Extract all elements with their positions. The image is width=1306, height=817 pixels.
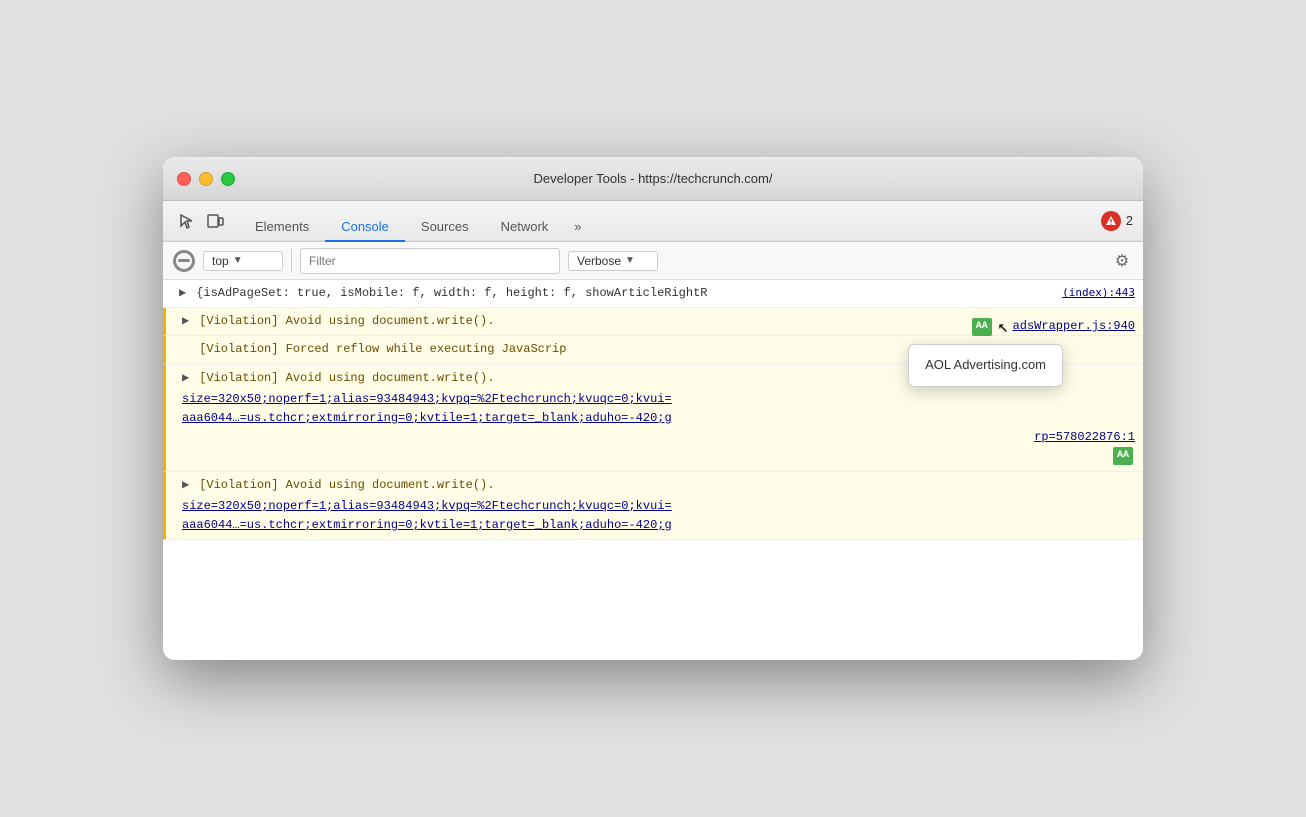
console-toolbar: top ▼ Verbose ▼ ⚙ <box>163 242 1143 280</box>
aa-tooltip: AOL Advertising.com <box>908 344 1063 387</box>
violation-text-2: [Violation] Avoid using document.write()… <box>199 371 494 385</box>
source-link[interactable]: (index):443 <box>1062 284 1135 302</box>
reflow-text: [Violation] Forced reflow while executin… <box>199 342 566 356</box>
clear-console-button[interactable] <box>173 250 195 272</box>
source-link[interactable]: adsWrapper.js:940 <box>1013 317 1135 336</box>
context-select[interactable]: top ▼ <box>203 251 283 271</box>
context-value: top <box>212 254 229 268</box>
verbose-value: Verbose <box>577 254 621 268</box>
expand-triangle[interactable]: ▶ <box>182 369 192 388</box>
traffic-lights <box>177 172 235 186</box>
settings-icon[interactable]: ⚙ <box>1111 250 1133 272</box>
close-button[interactable] <box>177 172 191 186</box>
inspect-icon[interactable] <box>173 207 201 235</box>
console-content: (index):443 ▶ {isAdPageSet: true, isMobi… <box>163 280 1143 660</box>
console-row-violation-3: ▶ [Violation] Avoid using document.write… <box>163 472 1143 541</box>
expand-triangle[interactable]: ▶ <box>182 476 192 495</box>
violation-text-3: [Violation] Avoid using document.write()… <box>199 478 494 492</box>
aa-badge-bottom: AA <box>1113 447 1133 465</box>
maximize-button[interactable] <box>221 172 235 186</box>
row-content: {isAdPageSet: true, isMobile: f, width: … <box>196 286 707 300</box>
sub-link-3[interactable]: rp=578022876:1 <box>1034 428 1135 447</box>
sub-link-1[interactable]: size=320x50;noperf=1;alias=93484943;kvpq… <box>182 390 1135 409</box>
error-count: 2 <box>1126 213 1133 228</box>
tooltip-text: AOL Advertising.com <box>925 357 1046 372</box>
verbose-select[interactable]: Verbose ▼ <box>568 251 658 271</box>
error-count-area: 2 <box>1101 211 1133 231</box>
expand-triangle[interactable]: ▶ <box>179 284 189 303</box>
violation-text: [Violation] Avoid using document.write()… <box>199 314 494 328</box>
window-title: Developer Tools - https://techcrunch.com… <box>534 171 773 186</box>
console-row: (index):443 ▶ {isAdPageSet: true, isMobi… <box>163 280 1143 308</box>
tab-network[interactable]: Network <box>485 213 565 242</box>
toolbar-divider <box>291 249 292 273</box>
minimize-button[interactable] <box>199 172 213 186</box>
error-icon <box>1101 211 1121 231</box>
sub-link-2[interactable]: aaa6044…=us.tchcr;extmirroring=0;kvtile=… <box>182 409 1135 428</box>
tab-console[interactable]: Console <box>325 213 405 242</box>
title-bar: Developer Tools - https://techcrunch.com… <box>163 157 1143 201</box>
context-arrow: ▼ <box>233 255 243 266</box>
device-icon[interactable] <box>201 207 229 235</box>
aa-badge: AA <box>972 318 992 336</box>
tab-more[interactable]: » <box>564 213 591 240</box>
tab-elements[interactable]: Elements <box>239 213 325 242</box>
filter-input[interactable] <box>300 248 560 274</box>
sub-link-5[interactable]: aaa6044…=us.tchcr;extmirroring=0;kvtile=… <box>182 516 1135 535</box>
devtools-window: Developer Tools - https://techcrunch.com… <box>163 157 1143 660</box>
verbose-arrow: ▼ <box>625 255 635 266</box>
console-row-violation-1: ▶ [Violation] Avoid using document.write… <box>163 308 1143 336</box>
sub-link-4[interactable]: size=320x50;noperf=1;alias=93484943;kvpq… <box>182 497 1135 516</box>
tab-sources[interactable]: Sources <box>405 213 485 242</box>
expand-triangle[interactable]: ▶ <box>182 312 192 331</box>
